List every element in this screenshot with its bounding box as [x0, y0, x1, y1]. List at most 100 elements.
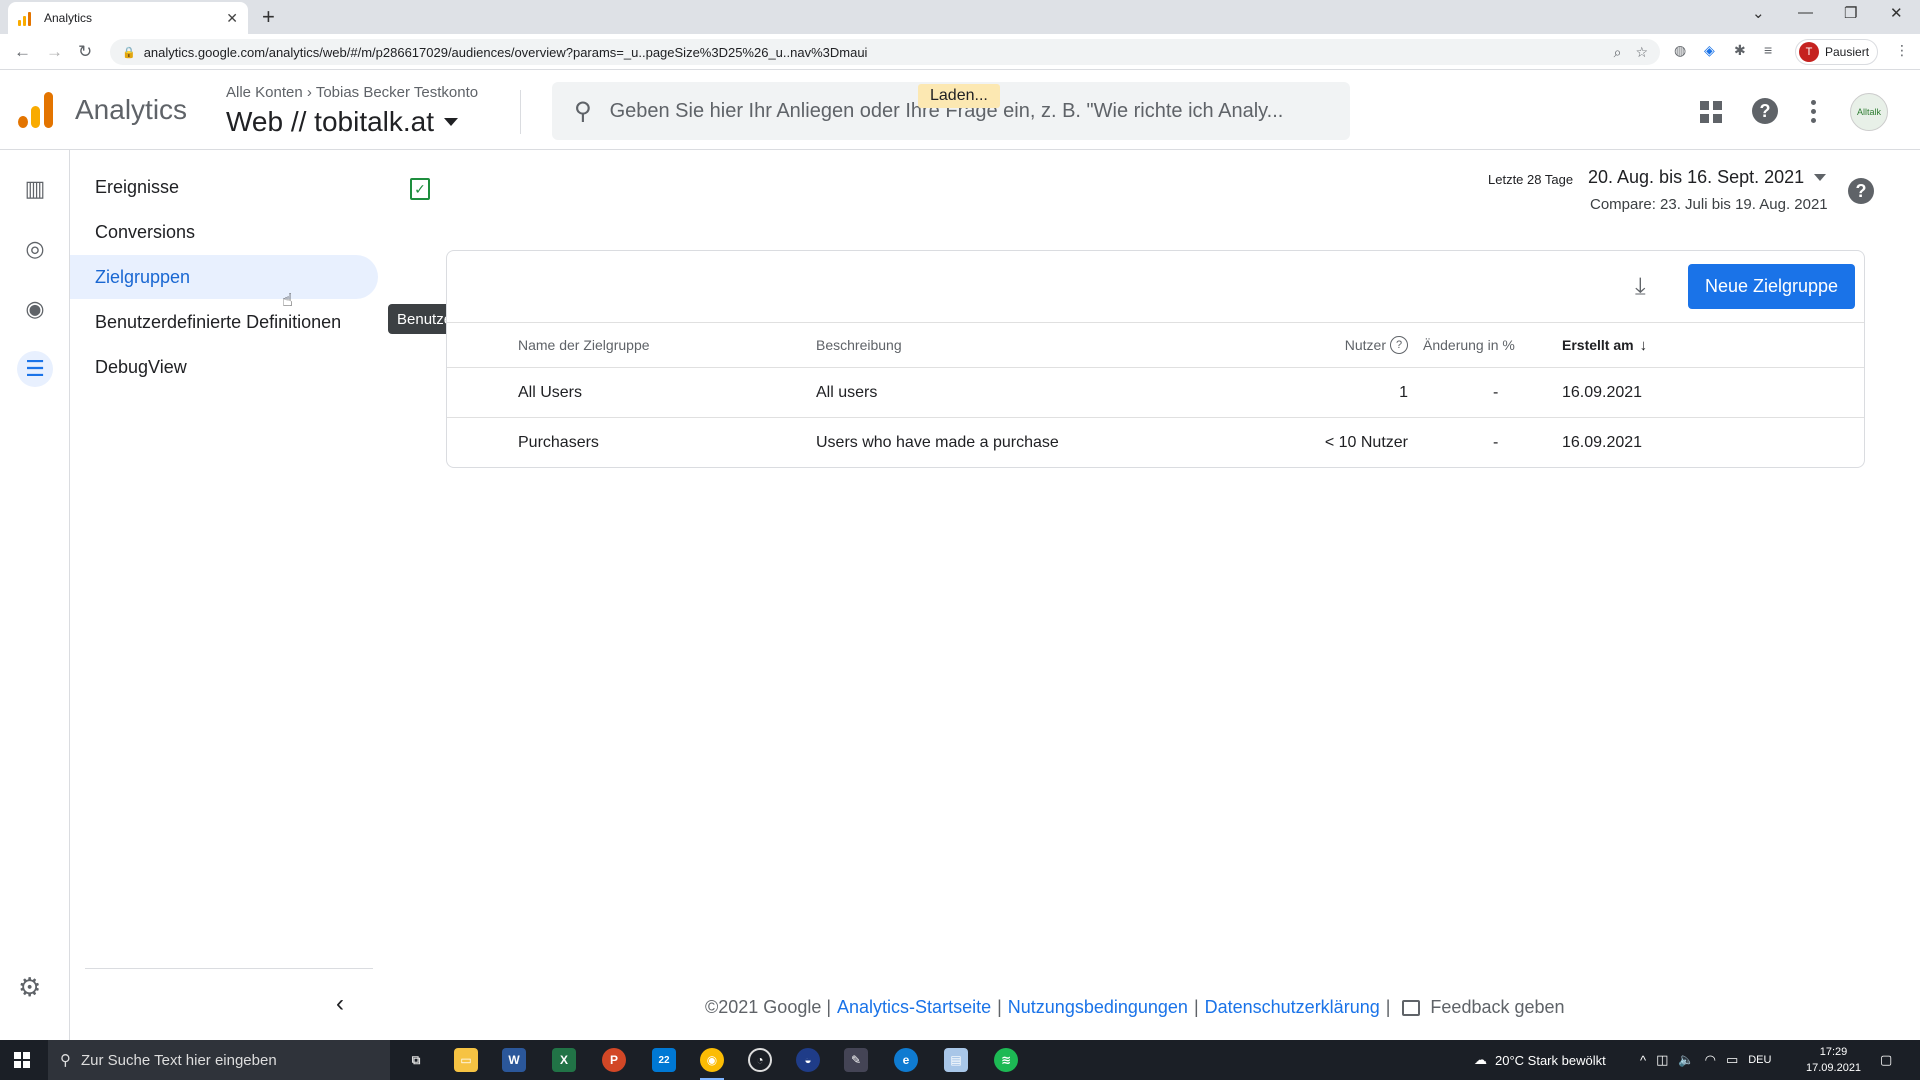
powerpoint-icon[interactable]: P	[602, 1048, 626, 1072]
advertising-icon[interactable]: ◉	[17, 291, 53, 327]
change-value: -	[1493, 433, 1499, 451]
reading-list-icon[interactable]: ≡	[1764, 42, 1772, 58]
subnav-item-debugview[interactable]: DebugView	[70, 345, 380, 389]
browser-menu-icon[interactable]: ⋮	[1895, 42, 1909, 59]
subnav-item-ereignisse[interactable]: Ereignisse	[70, 165, 380, 209]
apps-grid-icon[interactable]	[1700, 101, 1722, 123]
puzzle-extensions-icon[interactable]: ✱	[1734, 42, 1746, 59]
reports-icon[interactable]: ▥	[17, 171, 53, 207]
col-header-created-label: Erstellt am	[1562, 337, 1634, 353]
caret-down-icon	[444, 118, 459, 126]
restore-icon[interactable]: ❐	[1844, 4, 1857, 22]
product-title[interactable]: Analytics	[75, 94, 187, 126]
clock[interactable]: 17:29 17.09.2021	[1806, 1044, 1861, 1076]
breadcrumb[interactable]: Alle Konten › Tobias Becker Testkonto	[226, 84, 478, 101]
help-icon[interactable]: ?	[1752, 98, 1778, 124]
users-info-icon[interactable]: ?	[1390, 336, 1408, 354]
property-selector[interactable]: Web // tobitalk.at	[226, 106, 459, 138]
loading-indicator: Laden...	[918, 84, 1000, 108]
collapse-chevron-left-icon[interactable]: ‹	[336, 990, 344, 1018]
file-explorer-icon[interactable]: ▭	[454, 1048, 478, 1072]
system-tray[interactable]: ^ ◫ 🔈 ◠ ▭ DEU	[1640, 1040, 1771, 1080]
configure-icon[interactable]: ☰	[17, 351, 53, 387]
app-icon[interactable]: ◒	[796, 1048, 820, 1072]
close-window-icon[interactable]: ✕	[1890, 4, 1903, 22]
minimize-icon[interactable]: —	[1798, 4, 1813, 21]
back-icon[interactable]: ←	[14, 42, 31, 62]
page-footer: ©2021 Google | Analytics-Startseite | Nu…	[705, 997, 1565, 1018]
audience-description: All users	[816, 383, 878, 401]
subnav-item-conversions[interactable]: Conversions	[70, 210, 380, 254]
audience-name[interactable]: Purchasers	[518, 418, 599, 467]
more-options-icon[interactable]	[1811, 100, 1816, 123]
col-header-description[interactable]: Beschreibung	[816, 323, 902, 367]
windows-start-icon[interactable]	[14, 1052, 30, 1068]
breadcrumb-account[interactable]: Alle Konten	[226, 84, 303, 101]
lock-icon: 🔒	[122, 46, 136, 59]
date-range-picker[interactable]: 20. Aug. bis 16. Sept. 2021	[1588, 167, 1827, 188]
feedback-link[interactable]: Feedback geben	[1430, 997, 1564, 1018]
page-help-icon[interactable]: ?	[1848, 178, 1874, 204]
keyboard-icon[interactable]: ▭	[1726, 1052, 1738, 1068]
new-tab-icon[interactable]: +	[262, 4, 275, 30]
footer-link-home[interactable]: Analytics-Startseite	[837, 997, 991, 1018]
close-tab-icon[interactable]: ✕	[226, 10, 238, 27]
feedback-icon[interactable]	[1402, 999, 1421, 1016]
footer-separator: |	[1193, 997, 1199, 1017]
forward-icon[interactable]: →	[46, 42, 63, 62]
obs-icon[interactable]: ◔	[748, 1048, 772, 1072]
tab-title: Analytics	[44, 11, 93, 25]
table-row[interactable]: Purchasers Users who have made a purchas…	[447, 417, 1864, 467]
notifications-icon[interactable]: ▢	[1880, 1040, 1892, 1080]
saved-report-check-icon[interactable]: ✓	[410, 178, 430, 200]
profile-button[interactable]: T Pausiert	[1795, 39, 1879, 65]
subnav-item-zielgruppen[interactable]: Zielgruppen	[70, 255, 378, 299]
tab-search-icon[interactable]: ⌄	[1752, 4, 1765, 22]
footer-link-terms[interactable]: Nutzungsbedingungen	[1008, 997, 1188, 1018]
browser-chrome: Analytics ✕ + ⌄ — ❐ ✕ ← → ↻ 🔒 analytics.…	[0, 0, 1920, 70]
spotify-icon[interactable]: ≋	[994, 1048, 1018, 1072]
left-rail: ▥ ◎ ◉ ☰	[0, 150, 70, 1040]
col-header-name[interactable]: Name der Zielgruppe	[518, 323, 650, 367]
volume-icon[interactable]: 🔈	[1678, 1052, 1694, 1068]
col-header-users[interactable]: Nutzer ?	[1345, 323, 1408, 367]
analytics-logo-icon[interactable]	[18, 92, 54, 128]
notepad-icon[interactable]: ▤	[944, 1048, 968, 1072]
chrome-icon[interactable]: ◉	[700, 1048, 724, 1080]
bookmark-star-icon[interactable]: ☆	[1635, 44, 1648, 61]
account-avatar[interactable]: Alltalk	[1850, 93, 1888, 131]
audience-name[interactable]: All Users	[518, 368, 582, 417]
input-language[interactable]: DEU	[1748, 1054, 1771, 1066]
download-icon[interactable]: ⤓	[1635, 273, 1646, 301]
task-view-icon[interactable]: ⧉	[404, 1048, 428, 1072]
tag-extension-icon[interactable]: ◈	[1704, 42, 1715, 59]
taskbar-search[interactable]: ⚲ Zur Suche Text hier eingeben	[48, 1040, 390, 1080]
word-icon[interactable]: W	[502, 1048, 526, 1072]
col-header-change[interactable]: Änderung in %	[1423, 323, 1515, 367]
profile-status: Pausiert	[1825, 45, 1870, 59]
network-icon[interactable]: ◫	[1656, 1052, 1668, 1068]
explore-icon[interactable]: ◎	[17, 231, 53, 267]
col-header-created[interactable]: Erstellt am ↓	[1562, 323, 1647, 367]
url-field[interactable]: 🔒 analytics.google.com/analytics/web/#/m…	[110, 39, 1660, 65]
new-audience-button[interactable]: Neue Zielgruppe	[1688, 264, 1855, 309]
property-name: Web // tobitalk.at	[226, 106, 435, 137]
weather-widget[interactable]: ☁ 20°C Stark bewölkt	[1474, 1040, 1606, 1080]
audience-created: 16.09.2021	[1562, 383, 1643, 401]
extension-icon[interactable]: ◍	[1674, 42, 1686, 59]
subnav-item-custom-definitions[interactable]: Benutzerdefinierte Definitionen	[70, 300, 380, 344]
zoom-icon[interactable]: ⌕	[1614, 44, 1622, 61]
paint-icon[interactable]: ✎	[844, 1048, 868, 1072]
table-row[interactable]: All Users All users 1 - 16.09.2021	[447, 367, 1864, 417]
breadcrumb-property[interactable]: Tobias Becker Testkonto	[316, 84, 478, 101]
footer-link-privacy[interactable]: Datenschutzerklärung	[1205, 997, 1380, 1018]
wifi-icon[interactable]: ◠	[1705, 1052, 1716, 1068]
mail-icon[interactable]: 22	[652, 1048, 676, 1072]
excel-icon[interactable]: X	[552, 1048, 576, 1072]
windows-taskbar: ⚲ Zur Suche Text hier eingeben ⧉ ▭ W X P…	[0, 1040, 1920, 1080]
settings-gear-icon[interactable]: ⚙	[18, 972, 41, 1003]
reload-icon[interactable]: ↻	[78, 42, 92, 62]
browser-tab[interactable]: Analytics ✕	[8, 2, 248, 34]
edge-icon[interactable]: e	[894, 1048, 918, 1072]
tray-chevron-up-icon[interactable]: ^	[1640, 1053, 1646, 1068]
